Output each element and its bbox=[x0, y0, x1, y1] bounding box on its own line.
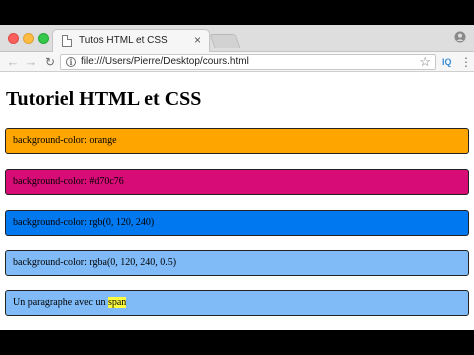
reload-icon[interactable]: ↻ bbox=[43, 54, 57, 70]
blue-box: background-color: rgb(0, 120, 240) bbox=[5, 210, 469, 236]
page-content: Tutoriel HTML et CSS background-color: o… bbox=[0, 73, 474, 330]
screen: Tutos HTML et CSS × ← → ↻ i file:///User… bbox=[0, 0, 474, 355]
toolbar: ← → ↻ i file:///Users/Pierre/Desktop/cou… bbox=[0, 52, 474, 72]
browser-window: Tutos HTML et CSS × ← → ↻ i file:///User… bbox=[0, 25, 474, 330]
title-bar: Tutos HTML et CSS × bbox=[0, 25, 474, 53]
forward-icon[interactable]: → bbox=[24, 54, 38, 70]
paragraph-box: Un paragraphe avec un span bbox=[5, 290, 469, 316]
close-window-button[interactable] bbox=[8, 33, 19, 44]
new-tab-button[interactable] bbox=[209, 34, 241, 48]
bookmark-star-icon[interactable]: ☆ bbox=[419, 54, 431, 70]
pink-box: background-color: #d70c76 bbox=[5, 169, 469, 195]
info-icon[interactable]: i bbox=[66, 57, 76, 67]
minimize-window-button[interactable] bbox=[23, 33, 34, 44]
highlighted-span: span bbox=[107, 297, 127, 308]
page-icon bbox=[62, 35, 72, 47]
url-text[interactable]: file:///Users/Pierre/Desktop/cours.html bbox=[81, 56, 249, 67]
light-blue-box: background-color: rgba(0, 120, 240, 0.5) bbox=[5, 250, 469, 276]
back-icon[interactable]: ← bbox=[6, 54, 20, 70]
maximize-window-button[interactable] bbox=[38, 33, 49, 44]
tab-close-icon[interactable]: × bbox=[194, 33, 201, 47]
tab-active[interactable]: Tutos HTML et CSS × bbox=[52, 29, 210, 53]
letterbox-top bbox=[0, 0, 474, 25]
menu-icon[interactable]: ⋮ bbox=[460, 55, 472, 69]
paragraph-text: Un paragraphe avec un bbox=[13, 297, 108, 308]
page-title: Tutoriel HTML et CSS bbox=[6, 88, 202, 110]
profile-icon[interactable] bbox=[454, 31, 466, 43]
letterbox-bottom bbox=[0, 330, 474, 355]
orange-box: background-color: orange bbox=[5, 128, 469, 154]
tab-title: Tutos HTML et CSS bbox=[79, 35, 168, 46]
address-bar[interactable]: i file:///Users/Pierre/Desktop/cours.htm… bbox=[60, 54, 436, 70]
extension-iq-icon[interactable]: IQ bbox=[442, 55, 452, 69]
